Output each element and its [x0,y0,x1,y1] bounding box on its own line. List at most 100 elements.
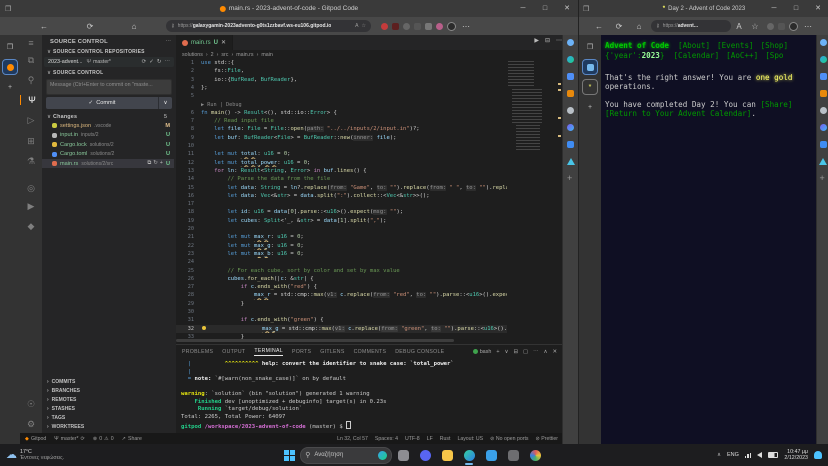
breadcrumb-item[interactable]: main [261,52,272,58]
code-line[interactable]: 11 let mut total: u16 = 0; [176,150,507,158]
panel-tab-output[interactable]: OUTPUT [222,349,245,355]
back-icon[interactable]: ← [36,22,52,31]
bing-search-icon[interactable] [567,56,574,63]
aoc-nav-link-calendar[interactable]: [Calendar] [673,51,719,60]
microsoft-store-icon[interactable] [483,447,499,463]
aoc-site-title[interactable]: Advent of Code [605,41,669,50]
minimap[interactable] [506,59,546,154]
right-window-titlebar[interactable]: ❒ * Day 2 - Advent of Code 2023 ─ □ ✕ [579,0,828,17]
tab-close-icon[interactable]: ✕ [221,39,226,46]
profile-avatar[interactable] [447,22,456,31]
breadcrumb-item[interactable]: 2 [211,52,214,58]
discard-changes-icon[interactable]: ↻ [153,160,158,167]
close-button[interactable]: ✕ [807,0,828,17]
status-item-utf-8[interactable]: UTF-8 [405,436,420,442]
browser-essentials-icon[interactable] [403,23,410,30]
active-tab-icon[interactable] [583,60,597,74]
address-bar[interactable]: ⚷ https://galaxygamin-2023advento-g0ts1z… [166,20,371,32]
maximize-button[interactable]: □ [534,0,556,17]
code-line[interactable]: 19 let cubes: Split<'_, &str> = data[1].… [176,217,507,225]
address-bar[interactable]: ⚷ https://advent... [651,20,731,32]
minimize-button[interactable]: ─ [512,0,534,17]
panel-tab-gitlens[interactable]: GITLENS [320,349,344,355]
weather-widget[interactable]: ☁ 17°C Έντονες νεφώσεις. [6,449,64,461]
code-line[interactable]: 32 max_g = std::cmp::max(v1: c.replace(f… [176,325,507,333]
stage-changes-icon[interactable]: + [160,160,163,167]
commit-button[interactable]: ✓ Commit [46,97,159,109]
code-line[interactable]: 2 fs::File, [176,67,507,75]
health-extension-icon[interactable] [436,23,443,30]
status-item-lf[interactable]: LF [427,436,433,442]
read-aloud-icon[interactable]: A [355,23,358,29]
new-terminal-icon[interactable]: + [496,349,499,355]
code-line[interactable]: 10 [176,142,507,150]
notifications-bell-icon[interactable] [567,39,574,46]
code-line[interactable]: 29 } [176,300,507,308]
reload-icon[interactable]: ⟳ [611,22,627,31]
task-view-icon[interactable] [395,447,411,463]
menu-icon[interactable]: ≡ [20,38,42,48]
notification-bell-icon[interactable] [814,451,822,459]
bing-search-icon[interactable] [820,56,827,63]
split-terminal-icon[interactable]: ⊟ [514,349,519,355]
shopping-tag-icon[interactable] [820,73,827,80]
scm-section-worktrees[interactable]: ›WORKTREES [42,422,176,431]
refresh-icon[interactable]: ↻ [157,59,162,65]
new-tab-icon[interactable]: + [3,80,17,94]
hidden-icons-chevron[interactable]: ∧ [717,452,721,458]
source-control-icon[interactable]: Ψ [20,95,43,105]
code-line[interactable]: 1use std::{ [176,59,507,67]
favorite-star-icon[interactable]: ☆ [747,22,763,31]
sync-icon[interactable]: ⟳ [142,59,147,65]
gitlens-icon[interactable]: ◆ [20,221,42,232]
chevron-down-icon[interactable]: ∨ [47,70,51,76]
browser-essentials-icon[interactable] [767,23,774,30]
read-aloud-icon[interactable]: A [731,22,747,31]
status-item--no-open-ports[interactable]: ⊘ No open ports [490,436,528,442]
code-line[interactable]: 26 cubes.for_each(|c: &str| { [176,275,507,283]
code-line[interactable]: 22 let mut max_g: u16 = 0; [176,242,507,250]
code-line[interactable]: 21 let mut max_r: u16 = 0; [176,233,507,241]
designer-icon[interactable] [567,141,574,148]
breadcrumb-item[interactable]: src [221,52,228,58]
kill-terminal-icon[interactable]: ▢ [523,349,528,355]
code-line[interactable]: 17 [176,200,507,208]
status-item-layout-us[interactable]: Layout: US [457,436,483,442]
code-line[interactable]: 27 if c.ends_with("red") { [176,283,507,291]
code-line[interactable]: 4}; [176,84,507,92]
code-line[interactable]: 9 let buf: BufReader<File> = BufReader::… [176,134,507,142]
scm-section-tags[interactable]: ›TAGS [42,413,176,422]
clock[interactable]: 10:47 μμ 2/12/2023 [784,449,808,461]
panel-tab-ports[interactable]: PORTS [292,349,311,355]
explorer-icon[interactable]: ⧉ [20,55,42,66]
return-to-calendar-link[interactable]: [Return to Your Advent Calendar] [605,109,751,118]
copilot-icon[interactable] [567,124,574,131]
split-screen-icon[interactable] [778,23,785,30]
problems-status-item[interactable]: ⊗ 0 ⚠ 0 [93,436,114,442]
profile-avatar[interactable] [789,22,798,31]
breadcrumb-item[interactable]: solutions [182,52,203,58]
back-icon[interactable]: ← [591,22,607,31]
aoc-year[interactable]: 2023 [642,51,660,60]
change-row-settings-json[interactable]: settings.json.vscodeM [42,121,174,130]
panel-tab-comments[interactable]: COMMENTS [354,349,387,355]
commit-dropdown[interactable]: ∨ [159,97,172,109]
language-indicator[interactable]: ENG [727,452,739,458]
status-item-rust[interactable]: Rust [440,436,451,442]
split-editor-icon[interactable]: ⊟ [545,37,550,47]
file-explorer-icon[interactable] [439,447,455,463]
run-alt-icon[interactable]: ▶ [20,201,42,212]
scm-section-stashes[interactable]: ›STASHES [42,404,176,413]
roblox-icon[interactable] [505,447,521,463]
status-item-ln-32-col-57[interactable]: Ln 32, Col 57 [337,436,368,442]
aoc-nav-link-events[interactable]: [Events] [717,41,754,50]
home-icon[interactable]: ⌂ [631,22,647,31]
status-item--prettier[interactable]: ⊘ Prettier [535,436,558,442]
code-line[interactable]: 3 io::{BufRead, BufReader}, [176,76,507,84]
panel-more-icon[interactable]: ⋯ [166,39,172,45]
extensions-icon[interactable]: ⊞ [20,136,42,147]
search-icon[interactable]: ⚲ [20,75,42,86]
shopping-tag-icon[interactable] [567,73,574,80]
more-menu-icon[interactable]: ⋯ [458,22,474,31]
designer-icon[interactable] [820,141,827,148]
